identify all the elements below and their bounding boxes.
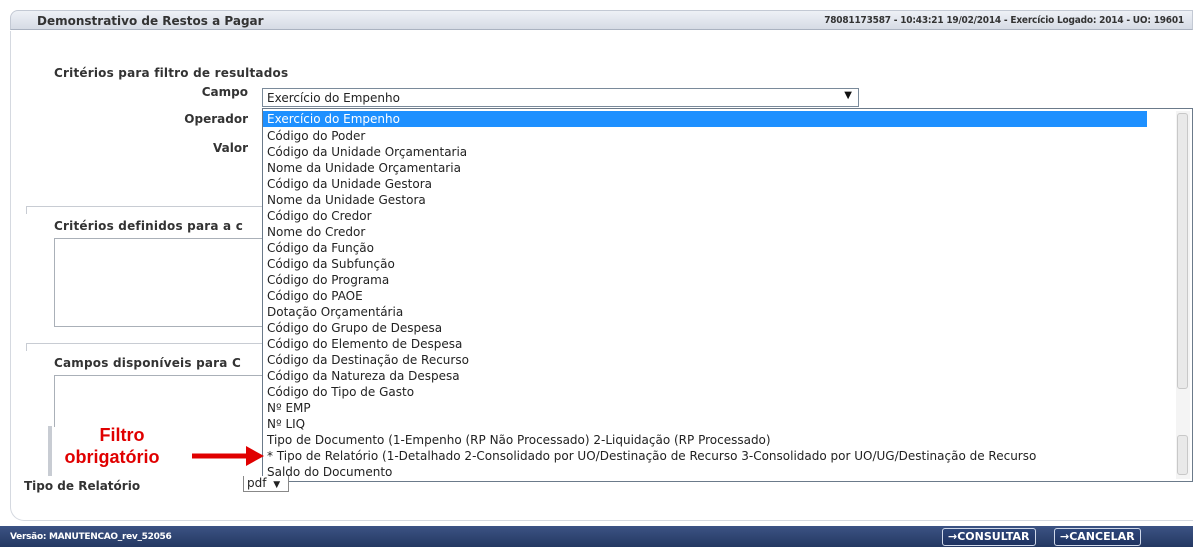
filter-section-title: Critérios para filtro de resultados [54, 66, 289, 80]
annotation-text-line1: Filtro [99, 425, 145, 445]
dropdown-scrollbar-thumb[interactable] [1177, 113, 1188, 389]
campo-select[interactable]: Exercício do Empenho ▼ [262, 88, 859, 107]
consultar-button[interactable]: →CONSULTAR [942, 528, 1036, 546]
dropdown-option[interactable]: Código do Grupo de Despesa [263, 320, 1153, 336]
report-type-label: Tipo de Relatório [24, 479, 141, 493]
dropdown-option[interactable]: Código do Elemento de Despesa [263, 336, 1153, 352]
dropdown-option[interactable]: Dotação Orçamentária [263, 304, 1153, 320]
available-fields-list[interactable] [54, 375, 264, 427]
dropdown-option[interactable]: Nº LIQ [263, 416, 1153, 432]
dropdown-option[interactable]: Nome do Credor [263, 224, 1153, 240]
dropdown-option[interactable]: Exercício do Empenho [263, 111, 1147, 127]
dropdown-option[interactable]: Código do Tipo de Gasto [263, 384, 1153, 400]
campo-label: Campo [201, 85, 248, 99]
format-select-value: pdf [247, 476, 267, 490]
dropdown-option[interactable]: Código da Destinação de Recurso [263, 352, 1153, 368]
criteria-defined-title: Critérios definidos para a c [54, 219, 244, 233]
available-fields-border [26, 343, 262, 344]
available-fields-border-cap [26, 343, 27, 351]
dropdown-option[interactable]: Nome da Unidade Gestora [263, 192, 1153, 208]
campo-select-value: Exercício do Empenho [267, 91, 400, 105]
red-arrow-icon [192, 446, 264, 466]
campo-dropdown-list[interactable]: Exercício do Empenho Código do Poder Cód… [262, 108, 1193, 482]
dropdown-option[interactable]: Código do Credor [263, 208, 1153, 224]
criteria-defined-textarea[interactable] [54, 238, 264, 327]
chevron-down-icon[interactable]: ▼ [844, 90, 852, 101]
session-info: 78081173587 - 10:43:21 19/02/2014 - Exer… [824, 15, 1184, 26]
dropdown-option[interactable]: Nome da Unidade Orçamentaria [263, 160, 1153, 176]
dropdown-option[interactable]: Código da Natureza da Despesa [263, 368, 1153, 384]
dropdown-option[interactable]: Código da Função [263, 240, 1153, 256]
footer-bar: Versão: MANUTENCAO_rev_52056 →CONSULTAR … [0, 526, 1193, 547]
dropdown-option[interactable]: Código da Unidade Gestora [263, 176, 1153, 192]
dropdown-option[interactable]: Código da Unidade Orçamentaria [263, 144, 1153, 160]
criteria-defined-border [26, 206, 262, 207]
dropdown-option[interactable]: Código do Poder [263, 128, 1153, 144]
dropdown-option[interactable]: Código do Programa [263, 272, 1153, 288]
criteria-defined-border-cap [26, 206, 27, 214]
operador-label: Operador [184, 112, 248, 126]
cancelar-button[interactable]: →CANCELAR [1054, 528, 1141, 546]
header-bar: Demonstrativo de Restos a Pagar 78081173… [10, 10, 1193, 30]
format-select[interactable]: pdf ▼ [243, 476, 289, 492]
dropdown-option[interactable]: Tipo de Documento (1-Empenho (RP Não Pro… [263, 432, 1183, 448]
valor-label: Valor [212, 141, 248, 155]
dropdown-option[interactable]: * Tipo de Relatório (1-Detalhado 2-Conso… [263, 448, 1183, 464]
available-fields-title: Campos disponíveis para C [54, 356, 241, 370]
annotation-text-line2: obrigatório [64, 447, 160, 467]
dropdown-option[interactable]: Código da Subfunção [263, 256, 1153, 272]
dropdown-option[interactable]: Saldo do Documento [263, 464, 1153, 480]
version-label: Versão: MANUTENCAO_rev_52056 [10, 532, 172, 542]
dropdown-option[interactable]: Nº EMP [263, 400, 1153, 416]
dropdown-option[interactable]: Código do PAOE [263, 288, 1153, 304]
dropdown-scrollbar-thumb-lower[interactable] [1177, 435, 1188, 475]
chevron-down-icon[interactable]: ▼ [273, 480, 280, 490]
page-title: Demonstrativo de Restos a Pagar [37, 14, 264, 28]
